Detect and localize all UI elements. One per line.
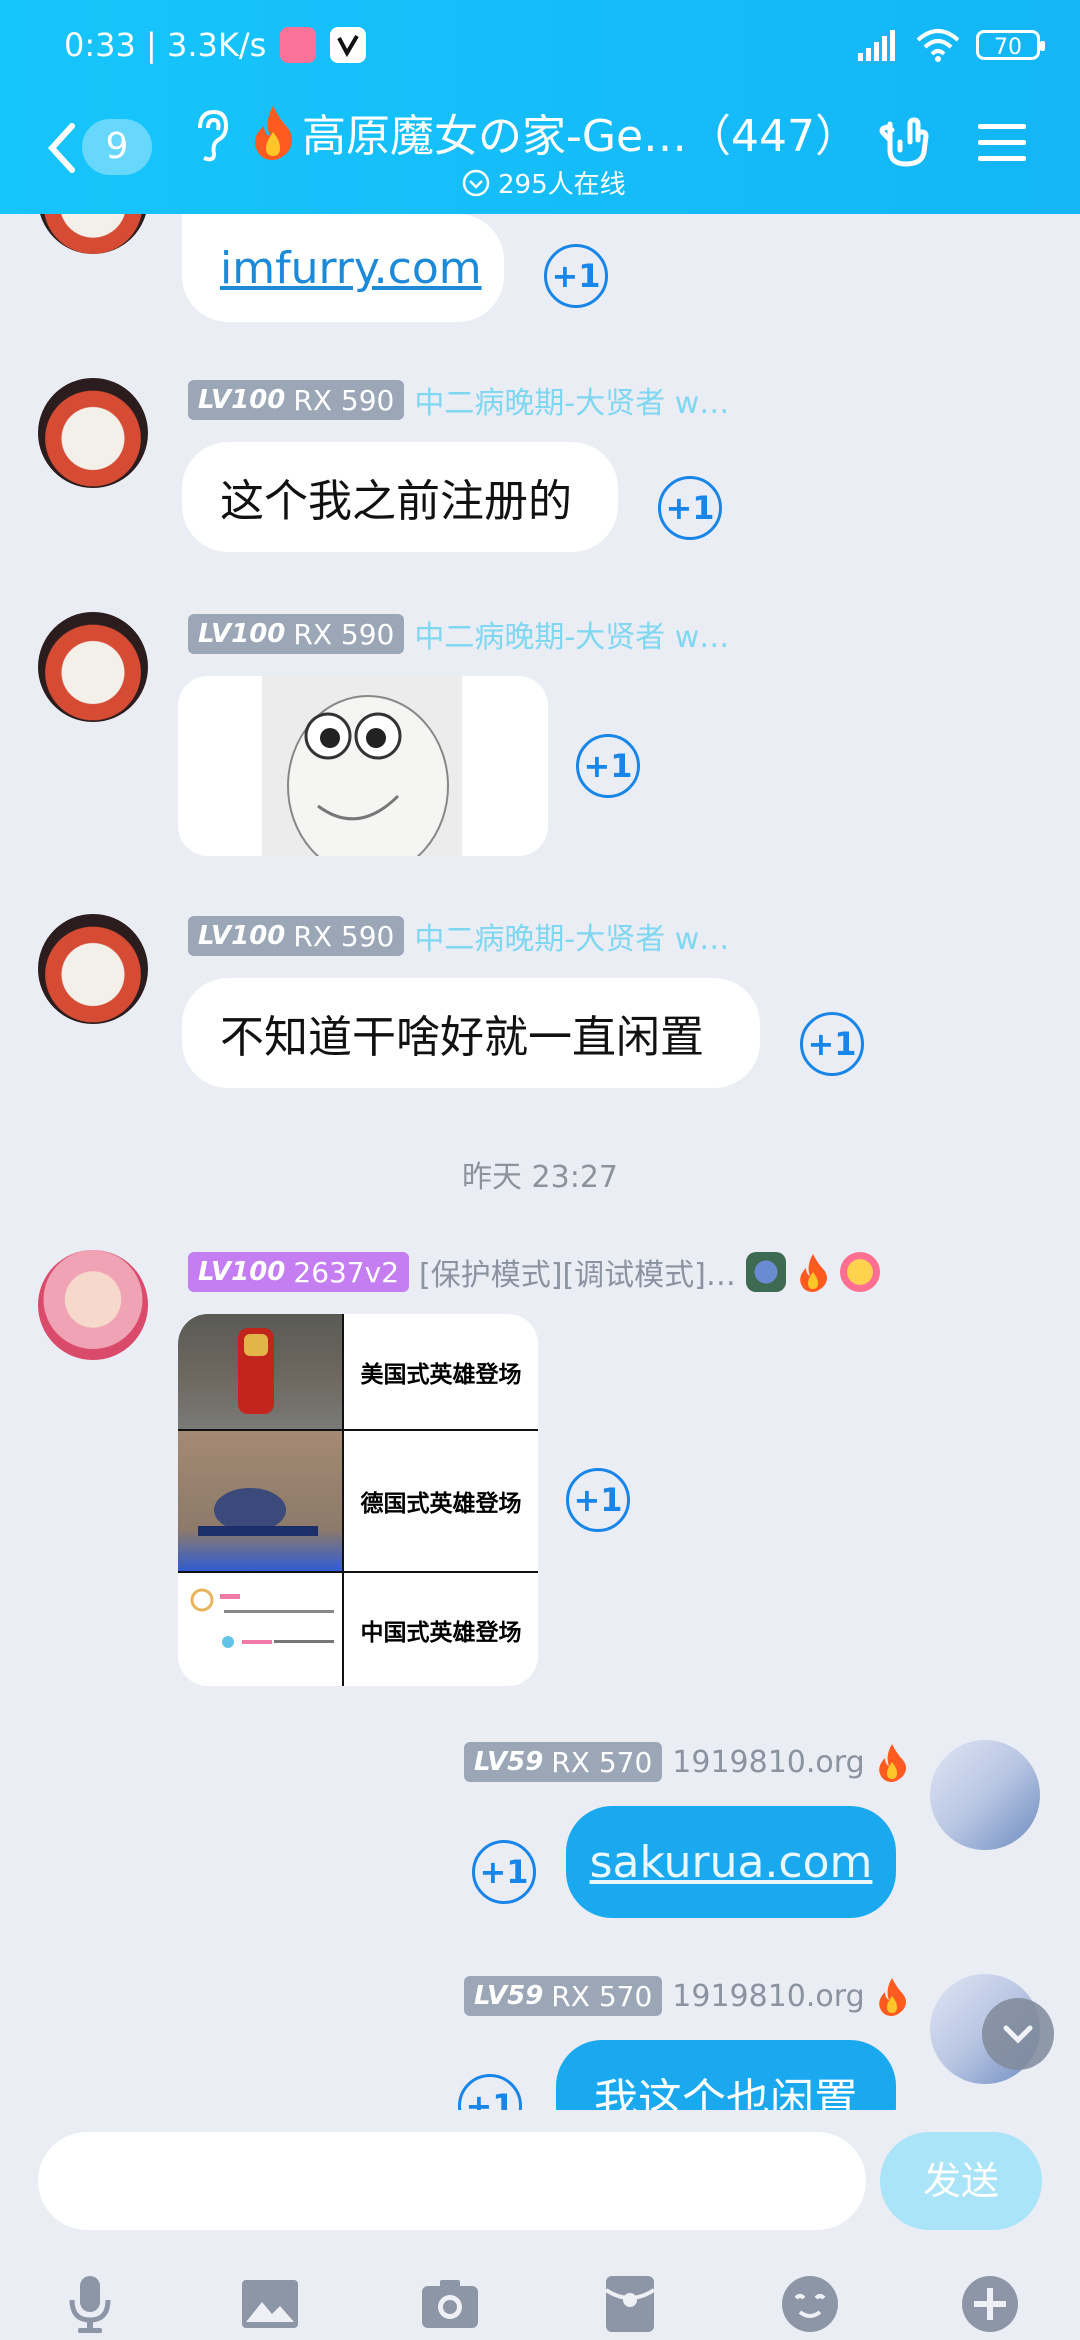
plus-one-button[interactable]: +1 <box>800 1012 864 1076</box>
chevron-circle-icon <box>462 169 490 196</box>
message-link[interactable]: imfurry.com <box>220 243 482 294</box>
sender-name[interactable]: 1919810.org <box>672 1979 864 2014</box>
sender-name[interactable]: [保护模式][调试模式]… <box>419 1250 736 1294</box>
image-thumb <box>178 1572 342 1686</box>
chat-nav-bar: 9 高原魔女の家-Ge…（447） 295人在线 <box>0 100 1080 214</box>
avatar[interactable] <box>38 914 148 1024</box>
fire-icon <box>878 1744 906 1782</box>
meme-image[interactable] <box>178 676 548 856</box>
sender-name[interactable]: 中二病晚期-大贤者 w… <box>414 612 729 656</box>
bilibili-app-icon <box>280 27 317 63</box>
chat-message-list[interactable]: imfurry.com +1 LV100 RX 590 中二病晚期-大贤者 w… … <box>0 214 1080 2110</box>
input-bar: 发送 <box>0 2110 1080 2340</box>
battery-indicator: 70 <box>976 30 1045 60</box>
time-speed: 0:33 | 3.3K/s <box>64 26 267 64</box>
sender-meta: LV100 RX 590 中二病晚期-大贤者 w… <box>188 914 729 958</box>
message-text: 这个我之前注册的 <box>220 476 572 527</box>
message-bubble[interactable]: 不知道干啥好就一直闲置 <box>182 978 760 1088</box>
plus-icon[interactable] <box>958 2272 1022 2336</box>
image-icon[interactable] <box>238 2272 302 2336</box>
wifi-icon <box>916 29 960 62</box>
image-message[interactable]: 美国式英雄登场 德国式英雄登场 中国式英雄登场 <box>178 1314 538 1686</box>
level-badge: LV100 RX 590 <box>188 614 405 654</box>
emoji-icon[interactable] <box>778 2272 842 2336</box>
plus-one-button[interactable]: +1 <box>458 2074 522 2110</box>
avatar[interactable] <box>38 378 148 488</box>
sender-name[interactable]: 中二病晚期-大贤者 w… <box>414 914 729 958</box>
sender-meta: LV100 RX 590 中二病晚期-大贤者 w… <box>188 378 729 422</box>
sender-meta: LV100 RX 590 中二病晚期-大贤者 w… <box>188 612 729 656</box>
status-bar: 0:33 | 3.3K/s 70 <box>0 0 1080 100</box>
fire-icon <box>878 1978 906 2016</box>
time-divider: 昨天 23:27 <box>462 1160 618 1195</box>
message-input[interactable] <box>38 2132 866 2230</box>
signal-icon <box>858 30 895 61</box>
message-bubble[interactable]: 我这个也闲置 <box>556 2040 896 2110</box>
flower-emoji-icon <box>839 1252 880 1292</box>
rock-hand-icon[interactable] <box>876 110 936 170</box>
microphone-icon[interactable] <box>58 2272 122 2336</box>
plus-one-button[interactable]: +1 <box>472 1840 536 1904</box>
status-right: 70 <box>856 28 1045 62</box>
level-badge: LV100 RX 590 <box>188 380 405 420</box>
message-text: 不知道干啥好就一直闲置 <box>220 1012 704 1063</box>
level-badge: LV59 RX 570 <box>464 1742 663 1782</box>
plus-one-button[interactable]: +1 <box>566 1468 630 1532</box>
sender-name[interactable]: 中二病晚期-大贤者 w… <box>414 378 729 422</box>
red-packet-icon[interactable] <box>598 2272 662 2336</box>
top-header: 0:33 | 3.3K/s 70 9 高原魔女の家-Ge…（447） 295人在… <box>0 0 1080 214</box>
plus-one-button[interactable]: +1 <box>544 244 608 308</box>
sender-meta: LV59 RX 570 1919810.org <box>464 1742 909 1782</box>
online-text: 295人在线 <box>498 170 626 200</box>
ear-icon[interactable] <box>190 106 230 166</box>
fire-icon <box>255 106 292 160</box>
image-caption: 中国式英雄登场 <box>360 1619 522 1646</box>
level-badge: LV100 2637v2 <box>188 1252 410 1292</box>
message-bubble[interactable]: 这个我之前注册的 <box>182 442 618 552</box>
message-link[interactable]: sakurua.com <box>590 1837 873 1888</box>
plus-one-button[interactable]: +1 <box>576 734 640 798</box>
message-text: 我这个也闲置 <box>594 2075 858 2110</box>
chevron-down-icon <box>1003 2025 1033 2044</box>
image-caption: 美国式英雄登场 <box>360 1361 522 1388</box>
sender-meta: LV100 2637v2 [保护模式][调试模式]… <box>188 1250 880 1294</box>
toolbar <box>0 2260 1080 2340</box>
status-left: 0:33 | 3.3K/s <box>64 26 367 64</box>
fire-icon <box>800 1254 827 1292</box>
avatar[interactable] <box>38 1250 148 1360</box>
image-caption: 德国式英雄登场 <box>360 1491 522 1517</box>
vpn-app-icon <box>330 27 367 63</box>
unread-count-badge[interactable]: 9 <box>82 119 152 175</box>
sender-meta: LV59 RX 570 1919810.org <box>464 1976 909 2016</box>
menu-icon[interactable] <box>976 120 1028 166</box>
scroll-to-bottom-button[interactable] <box>982 1998 1054 2070</box>
camera-icon[interactable] <box>418 2272 482 2336</box>
message-bubble[interactable]: sakurua.com <box>566 1806 896 1918</box>
message-bubble[interactable]: imfurry.com <box>182 214 504 322</box>
online-count: 295人在线 <box>462 164 626 201</box>
avatar[interactable] <box>38 612 148 722</box>
dragon-icon <box>745 1252 786 1292</box>
image-thumb <box>178 1314 342 1430</box>
level-badge: LV59 RX 570 <box>464 1976 663 2016</box>
send-button[interactable]: 发送 <box>880 2132 1042 2230</box>
sender-name[interactable]: 1919810.org <box>672 1745 864 1780</box>
chat-title[interactable]: 高原魔女の家-Ge…（447） <box>302 100 902 164</box>
level-badge: LV100 RX 590 <box>188 916 405 956</box>
image-thumb <box>178 1430 342 1572</box>
avatar[interactable] <box>930 1740 1040 1850</box>
plus-one-button[interactable]: +1 <box>658 476 722 540</box>
avatar[interactable] <box>38 214 148 254</box>
